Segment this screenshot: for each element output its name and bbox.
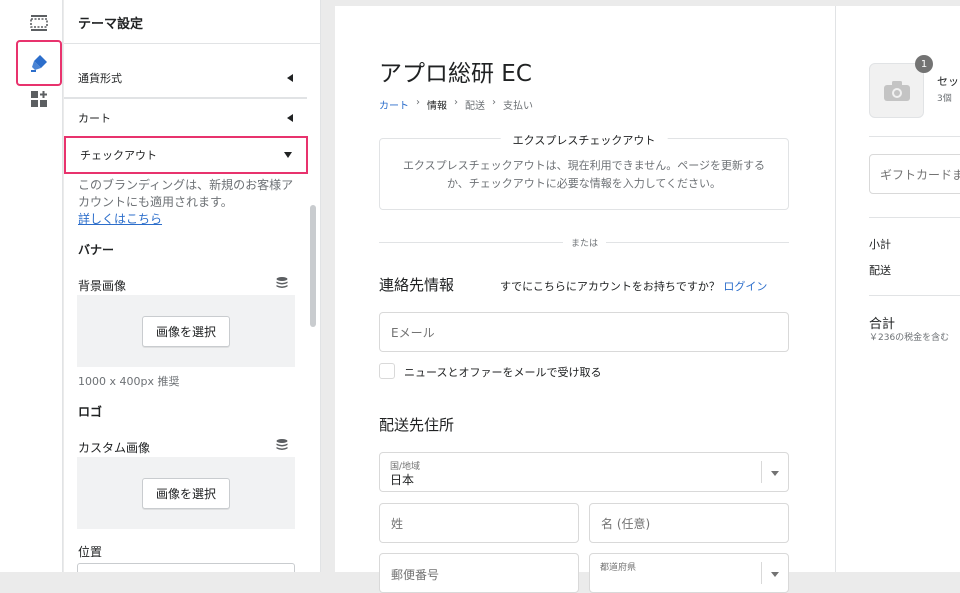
database-icon[interactable] xyxy=(275,276,289,290)
accordion-checkout[interactable]: チェックアウト xyxy=(64,136,308,174)
select-separator xyxy=(761,461,762,483)
caret-left-icon xyxy=(287,73,293,82)
logo-image-dropzone[interactable]: 画像を選択 xyxy=(77,457,295,529)
shipping-section-title: 配送先住所 xyxy=(379,416,455,434)
branding-description: このブランディングは、新規のお客様アカウントにも適用されます。 詳しくはこちら xyxy=(78,178,294,226)
chevron-right-icon: › xyxy=(454,97,458,108)
divider xyxy=(869,136,960,137)
newsletter-checkbox[interactable] xyxy=(379,363,395,379)
sections-icon xyxy=(30,15,48,31)
panel-scrollbar[interactable] xyxy=(310,205,316,327)
caret-left-icon xyxy=(287,114,293,122)
breadcrumb-payment: 支払い xyxy=(503,101,533,112)
prefecture-label: 都道府県 xyxy=(600,563,637,573)
subtotal-label: 小計 xyxy=(869,238,891,251)
store-name: アプロ総研 EC xyxy=(379,61,532,87)
product-thumbnail xyxy=(869,63,924,118)
or-divider-text: または xyxy=(563,236,607,249)
scrolled-hidden-item xyxy=(78,36,138,44)
quantity-badge: 1 xyxy=(915,55,933,73)
chevron-down-icon xyxy=(771,471,779,476)
breadcrumb-shipping: 配送 xyxy=(465,101,485,112)
breadcrumb: カート › 情報 › 配送 › 支払い xyxy=(379,97,533,112)
apps-icon xyxy=(31,91,47,107)
newsletter-label: ニュースとオファーをメールで受け取る xyxy=(404,366,602,379)
camera-icon xyxy=(883,80,910,101)
theme-settings-icon xyxy=(31,55,47,72)
breadcrumb-cart[interactable]: カート xyxy=(379,97,409,112)
background-image-label: 背景画像 xyxy=(78,279,127,293)
divider xyxy=(869,217,960,218)
divider xyxy=(869,295,960,296)
breadcrumb-information: 情報 xyxy=(427,101,447,112)
custom-image-label: カスタム画像 xyxy=(78,441,151,455)
select-separator xyxy=(761,562,762,584)
position-label: 位置 xyxy=(78,545,103,559)
accordion-label: 通貨形式 xyxy=(78,71,122,85)
shipping-label: 配送 xyxy=(869,264,891,277)
caret-down-icon xyxy=(284,152,292,158)
background-image-dropzone[interactable]: 画像を選択 xyxy=(77,295,295,367)
account-prompt: すでにこちらにアカウントをお持ちですか？ ログイン xyxy=(500,280,768,293)
banner-section-title: バナー xyxy=(78,243,115,257)
postal-code-input[interactable]: 郵便番号 xyxy=(379,553,579,593)
gift-card-input[interactable]: ギフトカードま xyxy=(869,154,960,194)
select-background-image-button[interactable]: 画像を選択 xyxy=(141,315,230,347)
checkout-main-column: アプロ総研 EC カート › 情報 › 配送 › 支払い エクスプレスチェックア… xyxy=(335,6,836,593)
product-quantity: 3個 xyxy=(937,94,952,104)
apps-button[interactable] xyxy=(18,78,60,120)
order-summary: 1 セッ 3個 ギフトカードま 小計 配送 合計 ￥236の税金を含む xyxy=(836,6,960,572)
accordion-cart[interactable]: カート xyxy=(64,98,307,138)
country-select[interactable]: 国/地域 日本 xyxy=(379,452,789,492)
logo-section-title: ロゴ xyxy=(78,405,103,419)
prefecture-select[interactable]: 都道府県 xyxy=(589,553,789,593)
express-checkout-title: エクスプレスチェックアウト xyxy=(500,132,668,148)
banner-size-hint: 1000 x 400px 推奨 xyxy=(78,375,180,388)
position-select[interactable] xyxy=(77,563,295,572)
contact-section-title: 連絡先情報 xyxy=(379,276,455,294)
express-checkout-message: エクスプレスチェックアウトは、現在利用できません。ページを更新するか、チェックア… xyxy=(402,159,766,190)
product-name: セッ xyxy=(937,75,959,88)
accordion-label: カート xyxy=(78,112,111,125)
last-name-input[interactable]: 姓 xyxy=(379,503,579,543)
learn-more-link[interactable]: 詳しくはこちら xyxy=(78,212,162,226)
checkout-preview: アプロ総研 EC カート › 情報 › 配送 › 支払い エクスプレスチェックア… xyxy=(335,6,960,593)
chevron-right-icon: › xyxy=(492,97,496,108)
express-checkout-box: エクスプレスチェックアウト エクスプレスチェックアウトは、現在利用できません。ペ… xyxy=(379,132,789,210)
accordion-currency-format[interactable]: 通貨形式 xyxy=(64,58,307,98)
preview-gutter xyxy=(321,0,335,572)
first-name-input[interactable]: 名 (任意) xyxy=(589,503,789,543)
chevron-down-icon xyxy=(771,572,779,577)
tax-note: ￥236の税金を含む xyxy=(869,333,950,343)
database-icon[interactable] xyxy=(275,438,289,452)
email-input[interactable]: Eメール xyxy=(379,312,789,352)
select-logo-image-button[interactable]: 画像を選択 xyxy=(141,477,230,509)
chevron-right-icon: › xyxy=(416,97,420,108)
country-value: 日本 xyxy=(390,473,415,487)
login-link[interactable]: ログイン xyxy=(723,280,767,293)
icon-rail xyxy=(0,0,63,572)
theme-settings-panel: テーマ設定 通貨形式 カート チェックアウト このブランディングは、新規のお客様… xyxy=(64,0,321,572)
sections-button[interactable] xyxy=(18,2,60,44)
accordion-label: チェックアウト xyxy=(80,149,157,162)
